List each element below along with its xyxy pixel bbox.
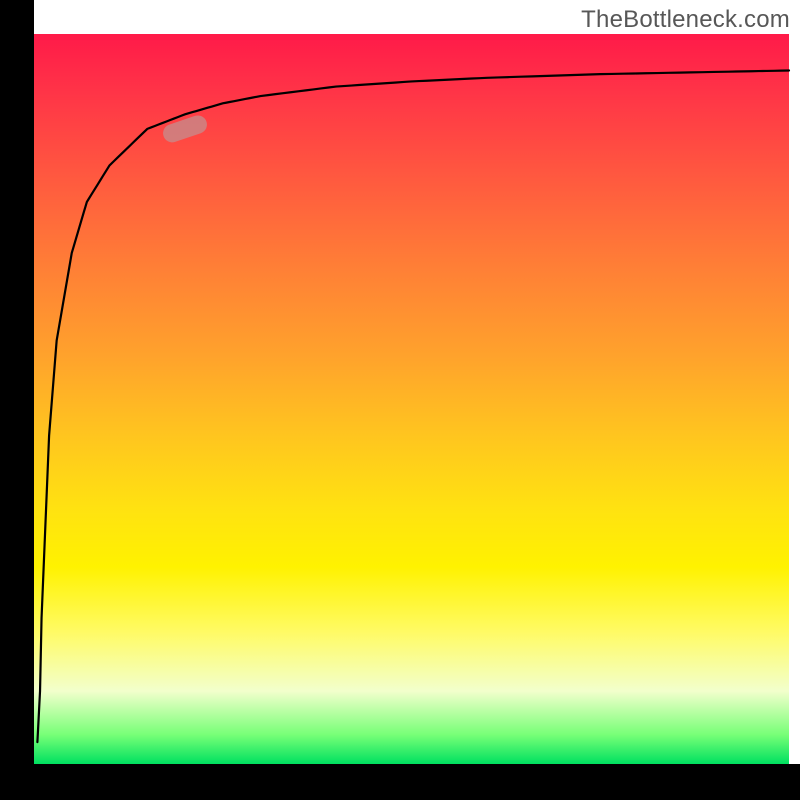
- y-axis-band: [0, 0, 34, 800]
- plot-background-gradient: [34, 34, 789, 764]
- chart-container: TheBottleneck.com: [0, 0, 800, 800]
- x-axis-band: [0, 764, 800, 800]
- watermark-text: TheBottleneck.com: [581, 6, 790, 34]
